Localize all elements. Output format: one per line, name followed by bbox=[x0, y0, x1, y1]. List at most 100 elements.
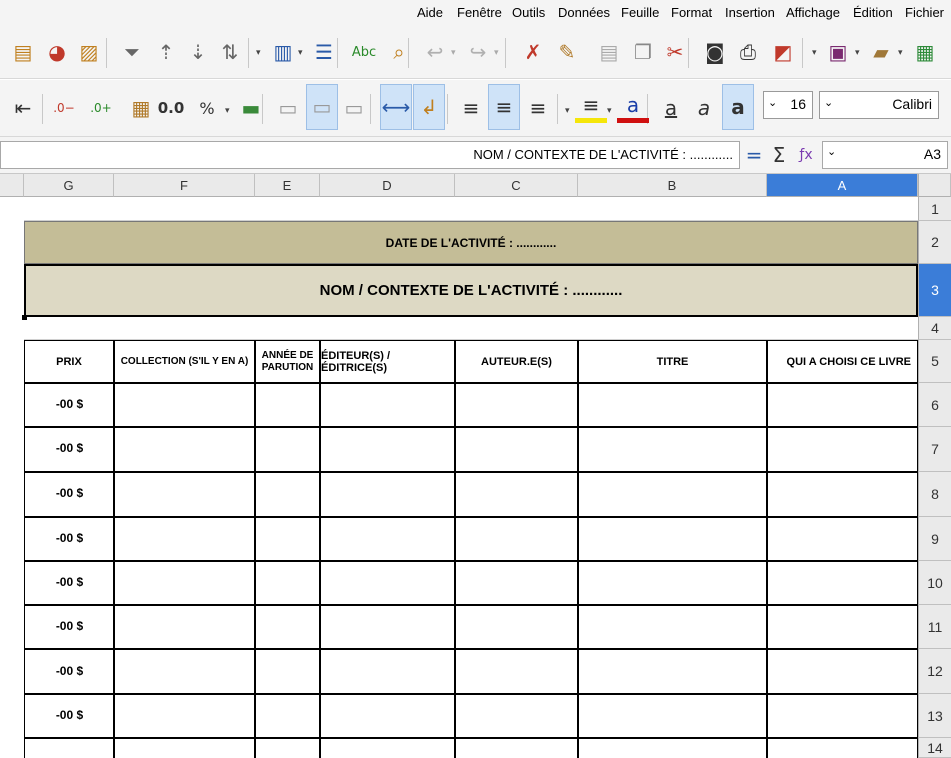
date-banner[interactable]: DATE DE L'ACTIVITÉ : ............ bbox=[24, 221, 918, 264]
header-titre[interactable]: TITRE bbox=[578, 340, 767, 383]
column-header-b[interactable]: B bbox=[578, 174, 767, 197]
table-cell[interactable] bbox=[255, 561, 320, 605]
align-left-icon[interactable]: ≡ bbox=[522, 92, 554, 124]
currency-icon[interactable]: ▬ bbox=[235, 92, 267, 124]
row-header-9[interactable]: 9 bbox=[918, 517, 951, 561]
row-header-13[interactable]: 13 bbox=[918, 694, 951, 738]
table-cell[interactable] bbox=[455, 561, 578, 605]
align-right-icon[interactable]: ≡ bbox=[455, 92, 487, 124]
font-name-box[interactable]: Calibri ⌄ bbox=[819, 91, 939, 119]
row-header-10[interactable]: 10 bbox=[918, 561, 951, 605]
row-header-6[interactable]: 6 bbox=[918, 383, 951, 427]
chevron-down-icon[interactable]: ▾ bbox=[225, 106, 230, 116]
table-cell[interactable] bbox=[578, 517, 767, 561]
row-header-8[interactable]: 8 bbox=[918, 472, 951, 517]
table-cell[interactable] bbox=[455, 605, 578, 649]
row-header-4[interactable]: 4 bbox=[918, 317, 951, 340]
italic-icon[interactable]: a bbox=[688, 92, 720, 124]
spellcheck-icon[interactable]: Abc bbox=[348, 36, 380, 68]
table-cell[interactable] bbox=[255, 472, 320, 517]
bold-icon[interactable]: a bbox=[722, 84, 754, 130]
table-cell[interactable] bbox=[114, 383, 255, 427]
table-cell[interactable] bbox=[114, 649, 255, 694]
column-header-d[interactable]: D bbox=[320, 174, 455, 197]
table-cell[interactable] bbox=[767, 472, 918, 517]
table-cell[interactable] bbox=[320, 472, 455, 517]
underline-icon[interactable]: a bbox=[655, 92, 687, 124]
table-cell[interactable] bbox=[578, 427, 767, 472]
table-cell[interactable] bbox=[114, 561, 255, 605]
sort-descending-icon[interactable]: ⇡ bbox=[150, 36, 182, 68]
chevron-down-icon[interactable]: ▾ bbox=[812, 48, 817, 58]
table-cell[interactable] bbox=[578, 738, 767, 758]
chevron-down-icon[interactable]: ⌄ bbox=[768, 96, 777, 109]
header-collection[interactable]: COLLECTION (S'IL Y EN A) bbox=[114, 340, 255, 383]
menu-fichier[interactable]: Fichier bbox=[905, 5, 944, 20]
table-cell[interactable] bbox=[455, 517, 578, 561]
menu-format[interactable]: Format bbox=[671, 5, 712, 20]
header-auteurs[interactable]: AUTEUR.E(S) bbox=[455, 340, 578, 383]
table-cell[interactable] bbox=[255, 605, 320, 649]
chevron-down-icon[interactable]: ▾ bbox=[494, 48, 499, 58]
table-cell[interactable] bbox=[455, 694, 578, 738]
name-box[interactable]: A3 ⌄ bbox=[822, 141, 948, 169]
column-icon[interactable]: ▥ bbox=[267, 36, 299, 68]
table-cell[interactable] bbox=[455, 649, 578, 694]
table-cell[interactable] bbox=[320, 383, 455, 427]
redo-icon[interactable]: ↪ bbox=[462, 36, 494, 68]
row-header-12[interactable]: 12 bbox=[918, 649, 951, 694]
table-cell[interactable] bbox=[114, 427, 255, 472]
formula-input[interactable]: NOM / CONTEXTE DE L'ACTIVITÉ : .........… bbox=[0, 141, 740, 169]
empty-row[interactable] bbox=[24, 317, 918, 340]
table-cell[interactable] bbox=[767, 605, 918, 649]
print-icon[interactable]: ⎙ bbox=[732, 36, 764, 68]
table-cell[interactable] bbox=[255, 383, 320, 427]
row-icon[interactable]: ☰ bbox=[308, 36, 340, 68]
date-icon[interactable]: ▦ bbox=[125, 92, 157, 124]
paste-icon[interactable]: ▤ bbox=[593, 36, 625, 68]
price-cell[interactable]: -00 $ bbox=[25, 486, 114, 500]
find-replace-icon[interactable]: ⌕ bbox=[383, 36, 415, 68]
column-header-a[interactable]: A bbox=[767, 174, 918, 197]
table-cell[interactable] bbox=[767, 694, 918, 738]
percent-icon[interactable]: % bbox=[191, 92, 223, 124]
table-cell[interactable] bbox=[320, 649, 455, 694]
chevron-down-icon[interactable]: ▾ bbox=[256, 48, 261, 58]
row-header-1[interactable]: 1 bbox=[918, 197, 951, 221]
row-header-7[interactable]: 7 bbox=[918, 427, 951, 472]
table-cell[interactable] bbox=[767, 383, 918, 427]
indent-icon[interactable]: ⇤ bbox=[7, 92, 39, 124]
table-cell[interactable] bbox=[114, 738, 255, 758]
wrap-text-icon[interactable]: ↲ bbox=[413, 84, 445, 130]
row-header-3[interactable]: 3 bbox=[918, 264, 951, 317]
number-format-icon[interactable]: 0.0 bbox=[155, 92, 187, 124]
menu-fenetre[interactable]: Fenêtre bbox=[457, 5, 502, 20]
font-size-box[interactable]: 16 ⌄ bbox=[763, 91, 813, 119]
price-cell[interactable]: -00 $ bbox=[25, 664, 114, 678]
menu-feuille[interactable]: Feuille bbox=[621, 5, 659, 20]
table-cell[interactable] bbox=[578, 605, 767, 649]
cut-icon[interactable]: ✂ bbox=[659, 36, 691, 68]
table-cell[interactable] bbox=[767, 427, 918, 472]
header-editeurs[interactable]: ÉDITEUR(S) / ÉDITRICE(S) bbox=[320, 340, 455, 383]
table-cell[interactable] bbox=[255, 517, 320, 561]
chevron-down-icon[interactable]: ▾ bbox=[855, 48, 860, 58]
copy-icon[interactable]: ❐ bbox=[627, 36, 659, 68]
price-cell[interactable]: -00 $ bbox=[25, 619, 114, 633]
menu-affichage[interactable]: Affichage bbox=[786, 5, 840, 20]
sort-icon[interactable]: ⇅ bbox=[214, 36, 246, 68]
open-icon[interactable]: ▰ bbox=[865, 36, 897, 68]
menu-insertion[interactable]: Insertion bbox=[725, 5, 775, 20]
price-cell[interactable]: -00 $ bbox=[25, 708, 114, 722]
menu-outils[interactable]: Outils bbox=[512, 5, 545, 20]
row-header-11[interactable]: 11 bbox=[918, 605, 951, 649]
header-qui-a-choisi[interactable]: QUI A CHOISI CE LIVRE bbox=[767, 340, 918, 383]
align-center-icon[interactable]: ≡ bbox=[488, 84, 520, 130]
autofilter-icon[interactable]: ⏷ bbox=[116, 36, 148, 68]
table-cell[interactable] bbox=[578, 649, 767, 694]
clear-format-icon[interactable]: ✗ bbox=[517, 36, 549, 68]
table-cell[interactable] bbox=[114, 517, 255, 561]
empty-row[interactable] bbox=[24, 197, 918, 221]
row-header-14[interactable]: 14 bbox=[918, 738, 951, 758]
remove-decimal-icon[interactable]: .0− bbox=[48, 92, 80, 124]
